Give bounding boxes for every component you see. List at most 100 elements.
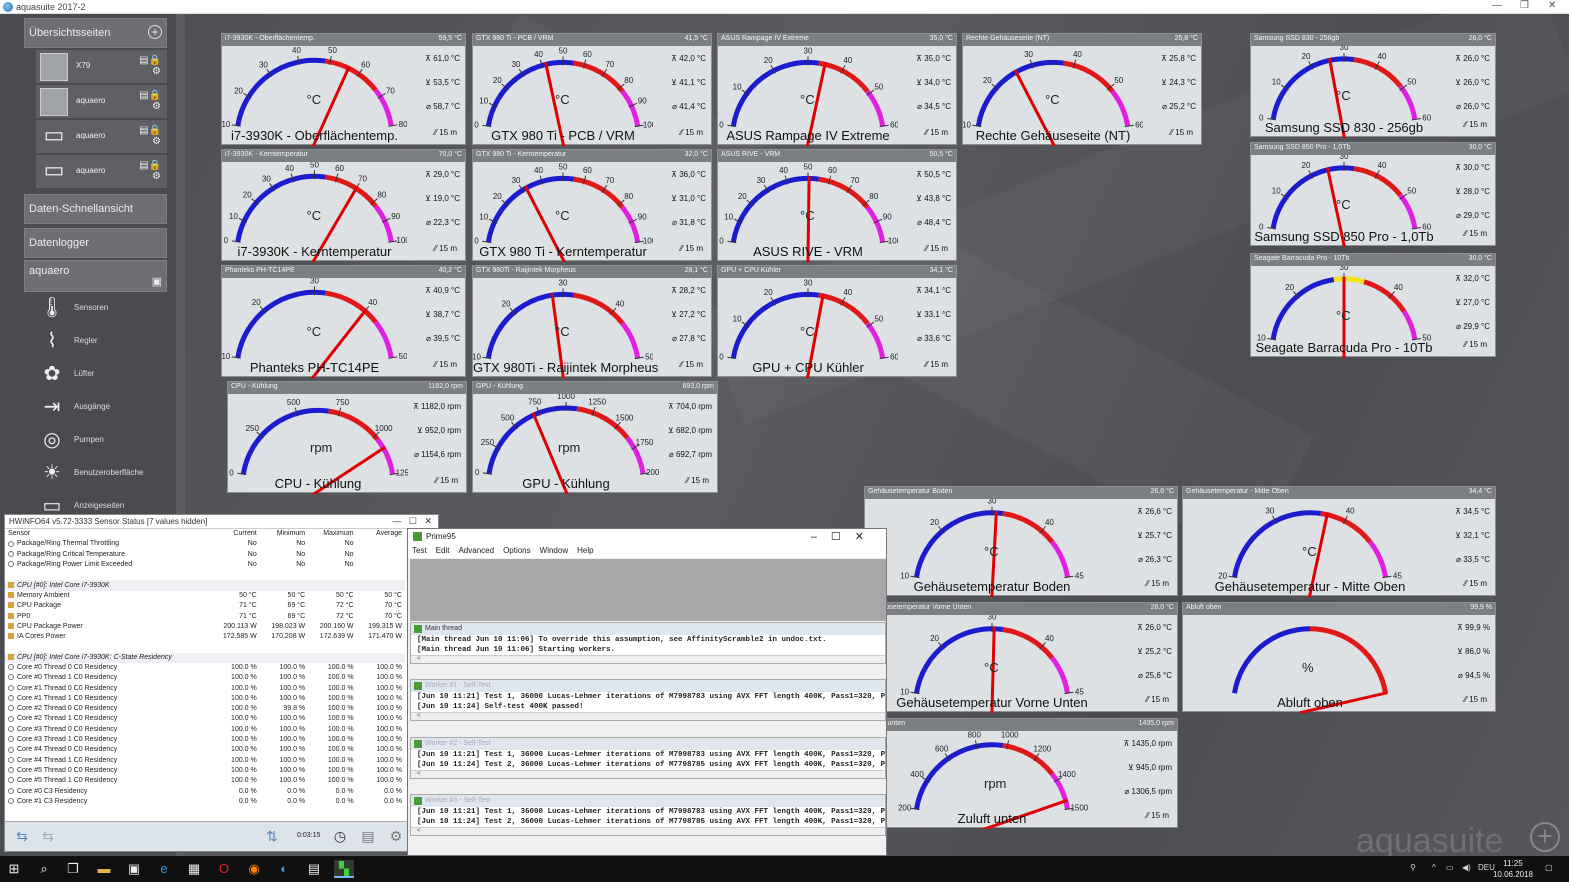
menu-item-window[interactable]: Window (540, 546, 568, 555)
worker-pane[interactable]: Worker #1 - Self-Test [Jun 10 11:21] Test… (410, 679, 886, 721)
worker-pane-title[interactable]: Main thread (411, 623, 885, 635)
sensor-gauge[interactable]: Zuluft unten1435,0 rpm200400600800100012… (864, 718, 1178, 829)
gauge-header[interactable]: Gehäusetemperatur Vorne Unten 26,0 °C (865, 603, 1177, 615)
sensor-gauge[interactable]: Phanteks PH-TC14PE 40,2 °C 10 20 30 40 50 °C Pha… (221, 265, 466, 378)
sidebar-page-aquaero-1[interactable]: aquaero ▤🔒 ⚙ (36, 85, 167, 119)
table-row[interactable]: Package/Ring Thermal Throttling No No No (5, 539, 405, 549)
device-header-aquaero[interactable]: aquaero ▣ (24, 260, 167, 292)
table-row[interactable]: Package/Ring Power Limit Exceeded No No No (5, 560, 405, 570)
sidebar-item-luefter[interactable]: ✿ Lüfter (36, 358, 167, 390)
prime95-window[interactable]: Prime95 –☐✕ Test Edit Advanced Options Windo… (407, 528, 887, 856)
table-row[interactable]: Core #1 Thread 0 C0 Residency 100.0 % 100.… (5, 683, 405, 693)
hwinfo-taskbar-icon[interactable]: ▤ (304, 860, 324, 878)
device-settings-icon[interactable]: ▣ (152, 275, 162, 288)
search-icon[interactable]: ⌕ (34, 860, 54, 878)
tray-network-icon[interactable]: ▭ (1446, 863, 1454, 872)
sensor-gauge[interactable]: GPU + CPU Kühler 34,1 °C 0 10 20 30 40 50 60 °C GP… (717, 265, 957, 378)
table-row[interactable]: Core #0 Thread 1 C0 Residency 100.0 % 100.… (5, 673, 405, 683)
menu-item-options[interactable]: Options (503, 546, 531, 555)
table-row[interactable]: Core #1 Thread 1 C0 Residency 100.0 % 100.… (5, 694, 405, 704)
sensor-gauge[interactable]: Gehäusetemperatur - Mitte Oben 34,4 °C 20 3… (1182, 486, 1496, 597)
table-row[interactable] (5, 642, 405, 652)
sensor-gauge[interactable]: GTX 980 Ti - Kerntemperatur 32,0 °C 0 10 20 3… (472, 149, 712, 262)
sidebar-item-sensoren[interactable]: 🌡 Sensoren (36, 292, 167, 324)
sidebar-item-pumpen[interactable]: ◎ Pumpen (36, 424, 167, 456)
table-row[interactable]: Core #5 Thread 0 C0 Residency 100.0 % 100.… (5, 766, 405, 776)
table-row[interactable]: Core #1 C3 Residency 0.0 % 0.0 % 0.0 % 0.0 % (5, 797, 405, 807)
sensor-group-row[interactable]: CPU [#0]: Intel Core i7-3930K: C-State R… (5, 652, 405, 663)
gauge-header[interactable]: GTX 980 Ti - PCB / VRM 41,5 °C (473, 34, 711, 46)
gauge-header[interactable]: GPU - Kühlung 693,0 rpm (473, 382, 717, 394)
expand-arrows-icon[interactable]: ⇆ (11, 828, 33, 846)
sensor-gauge[interactable]: Samsung SSD 850 Pro - 1,0Tb 30,0 °C 0 10 20 3… (1250, 142, 1496, 247)
taskbar-clock[interactable]: 11:25 10.06.2018 (1493, 858, 1533, 880)
sensor-gauge[interactable]: Rechte Gehäuseseite (NT) 25,8 °C 10 20 30 40 5… (962, 33, 1202, 146)
table-row[interactable]: IA Cores Power 172.585 W 170.208 W 172.639 … (5, 632, 405, 642)
table-row[interactable]: Core #5 Thread 1 C0 Residency 100.0 % 100.… (5, 776, 405, 786)
column-header[interactable]: Maximum (308, 529, 356, 539)
sensor-gauge[interactable]: Seagate Barracuda Pro - 10Tb 30,0 °C 10 20 3… (1250, 253, 1496, 358)
table-row[interactable]: CPU Package Power 200.113 W 198.023 W 200.1… (5, 622, 405, 632)
table-row[interactable]: Core #4 Thread 0 C0 Residency 100.0 % 100.… (5, 745, 405, 755)
add-sensor-icon[interactable]: ▤ (357, 828, 379, 846)
gauge-header[interactable]: Samsung SSD 830 - 256gb 26,0 °C (1251, 34, 1495, 46)
sensor-gauge[interactable]: Gehäusetemperatur Boden 26,6 °C 10 20 30 40 45… (864, 486, 1178, 597)
gauge-header[interactable]: i7-3930K - Kerntemperatur 70,0 °C (222, 150, 465, 162)
gauge-header[interactable]: GTX 980Ti - Raijintek Morpheus 28,1 °C (473, 266, 711, 278)
sensor-gauge[interactable]: Abluft oben 99,9 %% Abluft oben ⊼ 99,9 % ⊻ 8… (1182, 602, 1496, 713)
collapse-arrows-icon[interactable]: ⇆ (37, 828, 59, 846)
settings-icon[interactable]: ⚙ (385, 828, 407, 846)
page-tools-icon[interactable]: ▤🔒 ⚙ (139, 90, 161, 112)
prime95-taskbar-icon[interactable]: ▚ (334, 860, 354, 878)
menu-item-edit[interactable]: Edit (436, 546, 450, 555)
tray-volume-icon[interactable]: ◀) (1462, 863, 1471, 872)
gauge-header[interactable]: Abluft oben 99,9 % (1183, 603, 1495, 615)
close-button[interactable]: ✕ (1548, 0, 1556, 11)
page-tools-icon[interactable]: ▤🔒 ⚙ (139, 125, 161, 147)
table-row[interactable]: Core #4 Thread 1 C0 Residency 100.0 % 100.… (5, 756, 405, 766)
sidebar-page-aquaero-3[interactable]: ▭ aquaero ▤🔒 ⚙ (36, 155, 167, 189)
column-header[interactable]: Minimum (260, 529, 308, 539)
table-row[interactable]: Package/Ring Critical Temperature No No No (5, 550, 405, 560)
network-icon[interactable]: ⇅ (261, 828, 283, 846)
maximize-button[interactable]: ❐ (1520, 0, 1529, 11)
aquasuite-taskbar-icon[interactable]: ◐ (274, 860, 294, 878)
tray-person-icon[interactable]: ⚲ (1410, 863, 1416, 872)
sidebar-page-x79[interactable]: X79 ▤🔒 ⚙ (36, 50, 167, 84)
calculator-icon[interactable]: ▦ (184, 860, 204, 878)
gauge-header[interactable]: ASUS Rampage IV Extreme 35,0 °C (718, 34, 956, 46)
menu-item-test[interactable]: Test (412, 546, 427, 555)
hwinfo-window-controls[interactable]: — ☐ ✕ (392, 516, 432, 527)
clock-icon[interactable]: ◷ (329, 828, 351, 846)
gauge-header[interactable]: GTX 980 Ti - Kerntemperatur 32,0 °C (473, 150, 711, 162)
gauge-header[interactable]: Seagate Barracuda Pro - 10Tb 30,0 °C (1251, 254, 1495, 266)
horizontal-scrollbar[interactable]: < (411, 770, 885, 778)
add-widget-icon[interactable]: + (1530, 822, 1560, 852)
sensor-gauge[interactable]: ASUS RIVE - VRM 50,5 °C 0 10 20 30 40 50 60 70 80 9… (717, 149, 957, 262)
gauge-header[interactable]: Samsung SSD 850 Pro - 1,0Tb 30,0 °C (1251, 143, 1495, 155)
hwinfo-titlebar[interactable]: HWiNFO64 v5.72-3333 Sensor Status [7 val… (5, 515, 438, 529)
worker-pane-title[interactable]: Worker #3 - Self-Test (411, 795, 885, 807)
page-tools-icon[interactable]: ▤🔒 ⚙ (139, 160, 161, 182)
file-explorer-icon[interactable]: ▬ (94, 860, 114, 878)
datalogger-button[interactable]: Datenlogger (24, 228, 167, 258)
sensor-gauge[interactable]: Gehäusetemperatur Vorne Unten 26,0 °C 10 20… (864, 602, 1178, 713)
menu-item-advanced[interactable]: Advanced (458, 546, 494, 555)
sensor-gauge[interactable]: Samsung SSD 830 - 256gb 26,0 °C 0 10 20 30 40 5… (1250, 33, 1496, 138)
opera-browser-icon[interactable]: O (214, 860, 234, 878)
horizontal-scrollbar[interactable]: < (411, 655, 885, 663)
sensor-gauge[interactable]: ASUS Rampage IV Extreme 35,0 °C 0 10 20 30 40 5… (717, 33, 957, 146)
horizontal-scrollbar[interactable]: < (411, 712, 885, 720)
sensor-group-row[interactable]: CPU [#0]: Intel Core i7-3930K (5, 580, 405, 591)
gauge-header[interactable]: GPU + CPU Kühler 34,1 °C (718, 266, 956, 278)
sensor-gauge[interactable]: i7-3930K - Kerntemperatur 70,0 °C 0 10 20 30 4… (221, 149, 466, 262)
quick-view-button[interactable]: Daten-Schnellansicht (24, 194, 167, 224)
prime95-window-controls[interactable]: –☐✕ (811, 530, 878, 543)
worker-pane[interactable]: Worker #3 - Self-Test [Jun 10 11:21] Test… (410, 794, 886, 836)
gauge-header[interactable]: Gehäusetemperatur Boden 26,6 °C (865, 487, 1177, 499)
gauge-header[interactable]: Phanteks PH-TC14PE 40,2 °C (222, 266, 465, 278)
prime95-titlebar[interactable]: Prime95 –☐✕ (408, 529, 886, 544)
gauge-header[interactable]: Zuluft unten1435,0 rpm (865, 719, 1177, 731)
sensor-gauge[interactable]: CPU - Kühlung 1182,0 rpm 0 250 500 750 1000 125… (227, 381, 467, 494)
table-row[interactable]: Memory Ambient 50 °C 50 °C 50 °C 50 °C (5, 591, 405, 601)
